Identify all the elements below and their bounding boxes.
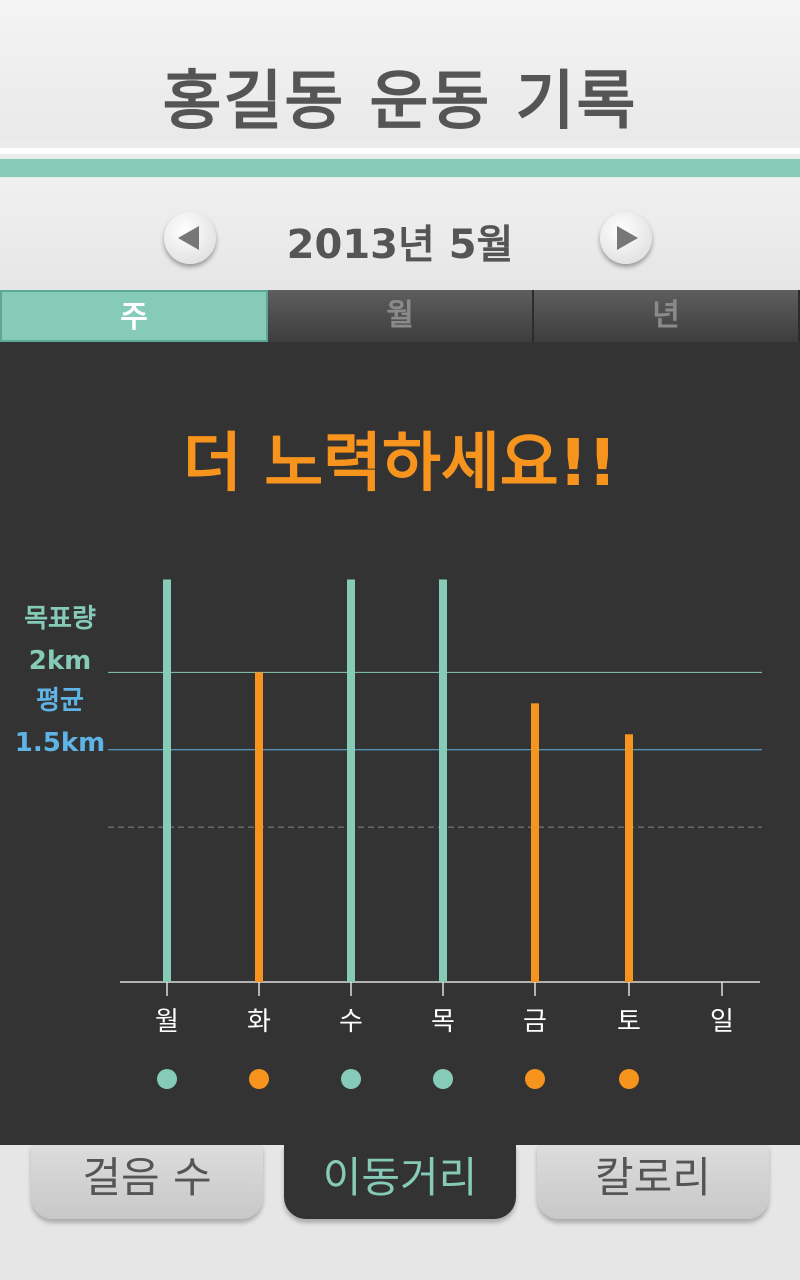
- period-tabs: 주 월 년: [0, 290, 800, 342]
- status-dot: [619, 1069, 639, 1089]
- x-tick-label: 일: [710, 1007, 734, 1037]
- bar-3: [347, 579, 355, 982]
- chart-panel: 더 노력하세요!! 목표량 2km 평균 1.5km 월화수목금토일: [0, 342, 800, 1145]
- tab-steps[interactable]: 걸음 수: [31, 1145, 263, 1219]
- header-divider: [0, 148, 800, 154]
- page-title: 홍길동 운동 기록: [162, 65, 638, 139]
- bottom-tab-bar: 걸음 수 이동거리 칼로리: [0, 1145, 800, 1280]
- distance-chart: 월화수목금토일: [108, 579, 762, 1089]
- header: 홍길동 운동 기록: [0, 0, 800, 140]
- bar-4: [439, 579, 447, 982]
- bar-2: [255, 672, 263, 982]
- x-tick-label: 수: [339, 1007, 363, 1037]
- x-tick-label: 토: [617, 1007, 641, 1037]
- current-date-label: 2013년 5월: [286, 222, 514, 268]
- status-dot: [249, 1069, 269, 1089]
- x-tick-label: 목: [431, 1007, 455, 1037]
- status-dot: [341, 1069, 361, 1089]
- x-tick-label: 월: [155, 1007, 179, 1037]
- bar-6: [625, 734, 633, 982]
- tab-year[interactable]: 년: [534, 290, 800, 342]
- tab-calories[interactable]: 칼로리: [537, 1145, 769, 1219]
- x-tick-label: 화: [247, 1007, 271, 1037]
- x-tick-label: 금: [523, 1007, 547, 1037]
- tab-week[interactable]: 주: [0, 290, 268, 342]
- status-dot: [525, 1069, 545, 1089]
- tab-month[interactable]: 월: [268, 290, 534, 342]
- triangle-right-icon: [617, 226, 638, 250]
- status-dot: [157, 1069, 177, 1089]
- accent-bar: [0, 159, 800, 177]
- bar-1: [163, 579, 171, 982]
- status-dot: [433, 1069, 453, 1089]
- next-month-button[interactable]: [600, 212, 652, 264]
- bar-5: [531, 703, 539, 982]
- tab-distance[interactable]: 이동거리: [284, 1145, 516, 1219]
